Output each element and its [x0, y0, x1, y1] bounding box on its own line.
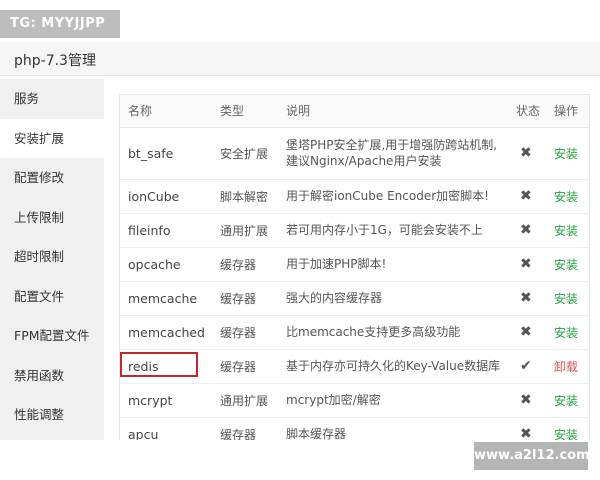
status-not-installed-icon: ✖: [508, 213, 546, 248]
ext-desc: 用于加速PHP脚本!: [278, 247, 508, 282]
ext-desc: 用于解密ionCube Encoder加密脚本!: [278, 179, 508, 214]
status-not-installed-icon: ✖: [508, 315, 546, 350]
status-installed-check-icon: ✔: [508, 349, 546, 384]
install-button[interactable]: 安装: [554, 190, 578, 204]
ext-name: memcache: [120, 281, 212, 316]
ext-type: 安全扩展: [212, 127, 278, 180]
install-button[interactable]: 安装: [554, 147, 578, 161]
status-not-installed-icon: ✖: [508, 281, 546, 316]
extensions-table-container: 名称 类型 说明 状态 操作 bt_safe 安全扩展 堡塔PHP安全扩展,用于…: [119, 94, 590, 440]
table-row: fileinfo 通用扩展 若可用内存小于1G，可能会安装不上 ✖ 安装: [120, 213, 589, 248]
table-row: bt_safe 安全扩展 堡塔PHP安全扩展,用于增强防跨站机制,建议Nginx…: [120, 127, 589, 180]
column-header-type: 类型: [212, 95, 278, 128]
install-button[interactable]: 安装: [554, 394, 578, 408]
ext-type: 通用扩展: [212, 213, 278, 248]
ext-type: 缓存器: [212, 281, 278, 316]
status-not-installed-icon: ✖: [508, 179, 546, 214]
install-button[interactable]: 安装: [554, 428, 578, 441]
ext-desc: 堡塔PHP安全扩展,用于增强防跨站机制,建议Nginx/Apache用户安装: [278, 127, 508, 180]
watermark-top-left: TG: MYYJJPP: [0, 10, 120, 38]
panel-header: php-7.3管理: [0, 42, 600, 76]
sidebar-item-timeout-limit[interactable]: 超时限制: [0, 237, 104, 277]
column-header-action: 操作: [546, 95, 589, 128]
status-not-installed-icon: ✖: [508, 383, 546, 418]
table-row: apcu 缓存器 脚本缓存器 ✖ 安装: [120, 417, 589, 441]
install-button[interactable]: 安装: [554, 326, 578, 340]
column-header-desc: 说明: [278, 95, 508, 128]
ext-name: memcached: [120, 315, 212, 350]
ext-name: opcache: [120, 247, 212, 282]
sidebar-item-upload-limit[interactable]: 上传限制: [0, 198, 104, 238]
ext-type: 缓存器: [212, 349, 278, 384]
table-header-row: 名称 类型 说明 状态 操作: [120, 95, 589, 128]
ext-name: ionCube: [120, 179, 212, 214]
table-row: ionCube 脚本解密 用于解密ionCube Encoder加密脚本! ✖ …: [120, 179, 589, 214]
ext-type: 缓存器: [212, 417, 278, 440]
page-title: php-7.3管理: [14, 53, 96, 69]
sidebar: 服务 安装扩展 配置修改 上传限制 超时限制 配置文件 FPM配置文件 禁用函数…: [0, 79, 104, 440]
sidebar-item-config-edit[interactable]: 配置修改: [0, 158, 104, 198]
ext-desc: mcrypt加密/解密: [278, 383, 508, 418]
ext-name: redis: [120, 349, 212, 384]
sidebar-item-config-file[interactable]: 配置文件: [0, 277, 104, 317]
ext-desc: 若可用内存小于1G，可能会安装不上: [278, 213, 508, 248]
sidebar-item-performance[interactable]: 性能调整: [0, 395, 104, 435]
ext-type: 脚本解密: [212, 179, 278, 214]
ext-desc: 强大的内容缓存器: [278, 281, 508, 316]
sidebar-item-fpm-config[interactable]: FPM配置文件: [0, 316, 104, 356]
status-not-installed-icon: ✖: [508, 247, 546, 282]
table-row: memcache 缓存器 强大的内容缓存器 ✖ 安装: [120, 281, 589, 316]
ext-desc: 比memcache支持更多高级功能: [278, 315, 508, 350]
column-header-name: 名称: [120, 95, 212, 128]
ext-name: fileinfo: [120, 213, 212, 248]
install-button[interactable]: 安装: [554, 292, 578, 306]
ext-type: 缓存器: [212, 315, 278, 350]
table-row: opcache 缓存器 用于加速PHP脚本! ✖ 安装: [120, 247, 589, 282]
ext-desc: 脚本缓存器: [278, 417, 508, 440]
ext-type: 缓存器: [212, 247, 278, 282]
ext-name: apcu: [120, 417, 212, 440]
ext-name: bt_safe: [120, 127, 212, 180]
install-button[interactable]: 安装: [554, 224, 578, 238]
status-not-installed-icon: ✖: [508, 127, 546, 180]
status-not-installed-icon: ✖: [508, 417, 546, 440]
extensions-table: 名称 类型 说明 状态 操作 bt_safe 安全扩展 堡塔PHP安全扩展,用于…: [120, 95, 589, 441]
table-row: mcrypt 通用扩展 mcrypt加密/解密 ✖ 安装: [120, 383, 589, 418]
uninstall-button[interactable]: 卸载: [554, 360, 578, 374]
table-row: redis 缓存器 基于内存亦可持久化的Key-Value数据库 ✔ 卸载: [120, 349, 589, 384]
watermark-bottom-right: www.a2l12.com: [474, 442, 590, 470]
install-button[interactable]: 安装: [554, 258, 578, 272]
table-row: memcached 缓存器 比memcache支持更多高级功能 ✖ 安装: [120, 315, 589, 350]
sidebar-item-disabled-functions[interactable]: 禁用函数: [0, 356, 104, 396]
sidebar-item-install-extensions[interactable]: 安装扩展: [0, 118, 104, 158]
ext-name: mcrypt: [120, 383, 212, 418]
ext-type: 通用扩展: [212, 383, 278, 418]
ext-desc: 基于内存亦可持久化的Key-Value数据库: [278, 349, 508, 384]
sidebar-item-service[interactable]: 服务: [0, 79, 104, 119]
column-header-status: 状态: [508, 95, 546, 128]
